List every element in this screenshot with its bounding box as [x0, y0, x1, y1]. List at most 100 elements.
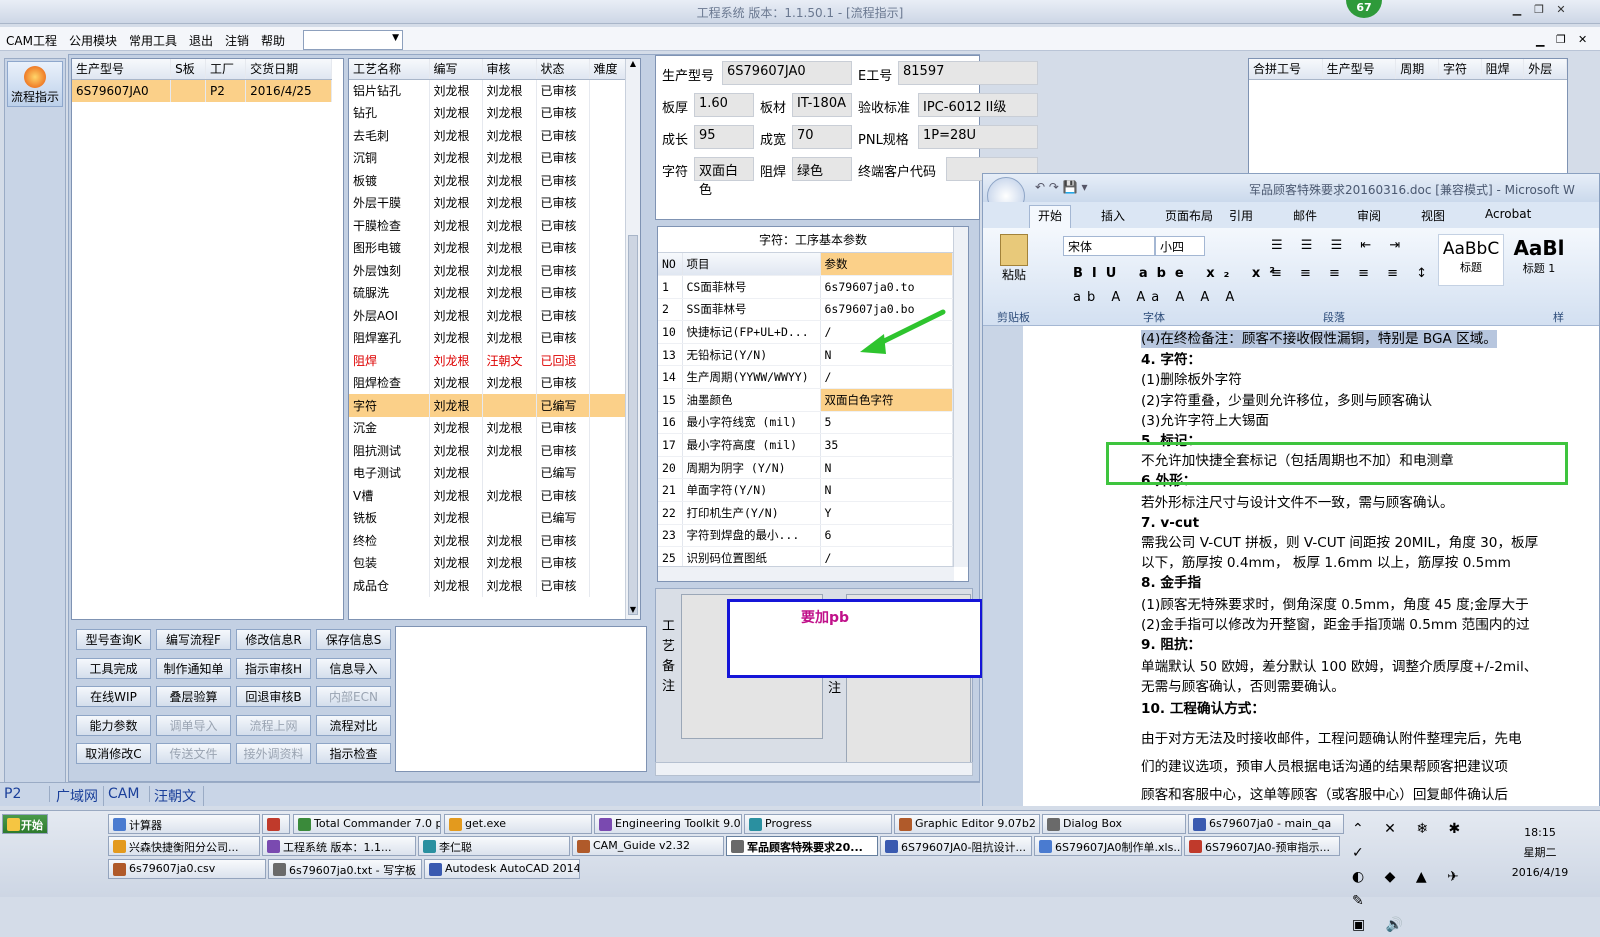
action-button[interactable]: 回退审核B — [236, 686, 311, 707]
note-box[interactable] — [395, 626, 647, 772]
font-size-select[interactable]: 小四 — [1155, 236, 1205, 256]
taskbar-item[interactable]: 6S79607JA0-阻抗设计... — [880, 836, 1032, 856]
color-icons[interactable]: ab A Aa A A A — [1073, 290, 1240, 305]
field-soldermask[interactable]: 绿色 — [792, 157, 852, 181]
table-row[interactable]: 字符 刘龙根 已编写 — [349, 394, 626, 417]
ribbon-tab[interactable]: 引用 — [1229, 207, 1253, 224]
menu-combo[interactable]: ▼ — [303, 30, 403, 50]
action-button[interactable]: 工具完成 — [76, 657, 151, 679]
action-button[interactable]: 内部ECN — [316, 686, 391, 707]
taskbar-item[interactable]: 李仁聪 — [418, 836, 570, 856]
ribbon-tab[interactable]: 插入 — [1101, 207, 1125, 224]
field-length[interactable]: 95 — [694, 125, 754, 149]
action-button[interactable]: 保存信息S — [316, 629, 391, 650]
ribbon-tab[interactable]: 邮件 — [1293, 207, 1317, 224]
table-row[interactable]: 去毛刺 刘龙根 刘龙根 已审核 — [349, 124, 626, 147]
clock[interactable]: 18:15 星期二 2016/4/19 — [1500, 823, 1580, 883]
status-tab[interactable]: CAM — [108, 786, 150, 802]
restore-icon[interactable]: ❐ — [1530, 3, 1548, 19]
action-button[interactable]: 调单导入 — [156, 714, 231, 736]
status-tab[interactable]: 汪朝文 — [154, 786, 204, 806]
action-button[interactable]: 能力参数 — [76, 714, 151, 736]
field-material[interactable]: IT-180A — [792, 93, 852, 117]
column-header[interactable]: 项目 — [682, 253, 821, 277]
taskbar-item[interactable] — [262, 814, 290, 834]
taskbar-item[interactable]: 计算器 — [108, 814, 260, 834]
taskbar-item[interactable]: 6s79607ja0 - main_qa — [1188, 814, 1344, 834]
param-row[interactable]: 14 生产周期(YYWW/WWYY) / — [658, 365, 953, 390]
h-scrollbar[interactable] — [655, 762, 973, 776]
column-header[interactable]: 难度 — [589, 59, 626, 80]
field-pnl[interactable]: 1P=28U — [918, 125, 1038, 149]
param-row[interactable]: 21 单面字符(Y/N) N — [658, 478, 953, 503]
style-normal[interactable]: AaBbC 标题 — [1438, 234, 1504, 286]
table-row[interactable]: 外层蚀刻 刘龙根 刘龙根 已审核 — [349, 259, 626, 282]
menu-item[interactable]: 常用工具 — [123, 27, 183, 54]
scrollbar[interactable]: ▲ ▼ — [625, 59, 640, 619]
taskbar-item[interactable]: Total Commander 7.0 p... — [293, 814, 441, 834]
action-button[interactable]: 接外调资料 — [236, 743, 311, 764]
field-model[interactable]: 6S79607JA0 — [722, 61, 852, 85]
taskbar-item[interactable]: CAM_Guide v2.32 — [572, 836, 724, 856]
field-thickness[interactable]: 1.60 — [694, 93, 754, 117]
param-row[interactable]: 23 字符到焊盘的最小... 6 — [658, 524, 953, 548]
column-header[interactable]: NO — [658, 253, 683, 277]
minimize-icon[interactable]: ▁ — [1508, 3, 1526, 19]
table-row[interactable]: 铣板 刘龙根 已编写 — [349, 506, 626, 529]
param-row[interactable]: 17 最小字符高度 (mil) 35 — [658, 433, 953, 457]
menu-item[interactable]: 帮助 — [255, 27, 291, 54]
format-icons[interactable]: BIU abe x₂ x² — [1073, 266, 1284, 281]
table-row[interactable]: 沉金 刘龙根 刘龙根 已审核 — [349, 416, 626, 439]
column-header[interactable]: 周期 — [1395, 59, 1439, 80]
h-scrollbar[interactable] — [658, 566, 954, 581]
ribbon-tab[interactable]: 审阅 — [1357, 207, 1381, 224]
table-row[interactable]: 沉铜 刘龙根 刘龙根 已审核 — [349, 146, 626, 169]
taskbar-item[interactable]: Autodesk AutoCAD 2014... — [424, 859, 580, 879]
column-header[interactable]: 审核 — [482, 59, 537, 80]
column-header[interactable]: 编写 — [429, 59, 483, 80]
table-row[interactable]: 图形电镀 刘龙根 刘龙根 已审核 — [349, 236, 626, 259]
taskbar-item[interactable]: 6s79607ja0.txt - 写字板 — [268, 859, 422, 879]
table-row[interactable]: 干膜检查 刘龙根 刘龙根 已审核 — [349, 214, 626, 237]
scroll-down-icon[interactable]: ▼ — [626, 605, 640, 619]
param-row[interactable]: 20 周期为阴字 (Y/N) N — [658, 456, 953, 480]
table-row[interactable]: 板镀 刘龙根 刘龙根 已审核 — [349, 169, 626, 192]
font-name-select[interactable]: 宋体 — [1063, 236, 1155, 256]
menu-item[interactable]: 退出 — [183, 27, 219, 54]
taskbar-item[interactable]: Graphic Editor 9.07b2 (... — [894, 814, 1040, 834]
column-header[interactable]: 字符 — [1438, 59, 1482, 80]
action-button[interactable]: 叠层验算 — [156, 686, 231, 707]
table-row[interactable]: 硫脲洗 刘龙根 刘龙根 已审核 — [349, 281, 626, 304]
action-button[interactable]: 编写流程F — [156, 629, 231, 650]
scroll-thumb[interactable] — [628, 235, 638, 615]
menu-item[interactable]: 公用模块 — [63, 27, 123, 54]
paste-button[interactable]: 粘贴 — [989, 234, 1039, 283]
status-tab[interactable]: P2 — [4, 786, 50, 802]
taskbar-item[interactable]: 兴森快捷衡阳分公司... — [108, 836, 260, 856]
table-row[interactable]: 阻焊检查 刘龙根 刘龙根 已审核 — [349, 371, 626, 394]
action-button[interactable]: 流程对比 — [316, 714, 391, 736]
column-header[interactable]: 工厂 — [205, 59, 247, 80]
style-heading1[interactable]: AaBl 标题 1 — [1506, 234, 1572, 286]
column-header[interactable]: 阻焊 — [1481, 59, 1525, 80]
param-row[interactable]: 16 最小字符线宽 (mil) 5 — [658, 411, 953, 435]
taskbar-item[interactable]: 6S79607JA0制作单.xls... — [1034, 836, 1182, 856]
table-row[interactable]: 铝片钻孔 刘龙根 刘龙根 已审核 — [349, 79, 626, 102]
column-header[interactable]: 工艺名称 — [349, 59, 430, 80]
table-row[interactable]: 阻焊 刘龙根 汪朝文 已回退 — [349, 349, 626, 372]
taskbar-item[interactable]: Dialog Box — [1042, 814, 1186, 834]
field-silkscreen[interactable]: 双面白色 — [694, 157, 754, 198]
taskbar-item[interactable]: 6s79607ja0.csv — [108, 859, 266, 879]
action-button[interactable]: 传送文件 — [156, 743, 231, 764]
param-row[interactable]: 1 CS面菲林号 6s79607ja0.to — [658, 275, 953, 299]
column-header[interactable]: 生产型号 — [72, 59, 172, 80]
table-row[interactable]: 外层干膜 刘龙根 刘龙根 已审核 — [349, 191, 626, 214]
field-width[interactable]: 70 — [792, 125, 852, 149]
table-row[interactable]: 阻焊塞孔 刘龙根 刘龙根 已审核 — [349, 326, 626, 349]
column-header[interactable]: 交货日期 — [245, 59, 332, 80]
field-standard[interactable]: IPC-6012 II级 — [918, 93, 1038, 117]
ribbon-tab[interactable]: Acrobat — [1485, 207, 1531, 221]
start-button[interactable]: 开始 — [2, 814, 48, 834]
table-row[interactable]: 6S79607JA0 P2 2016/4/25 — [72, 79, 332, 102]
action-button[interactable]: 在线WIP — [76, 686, 151, 707]
